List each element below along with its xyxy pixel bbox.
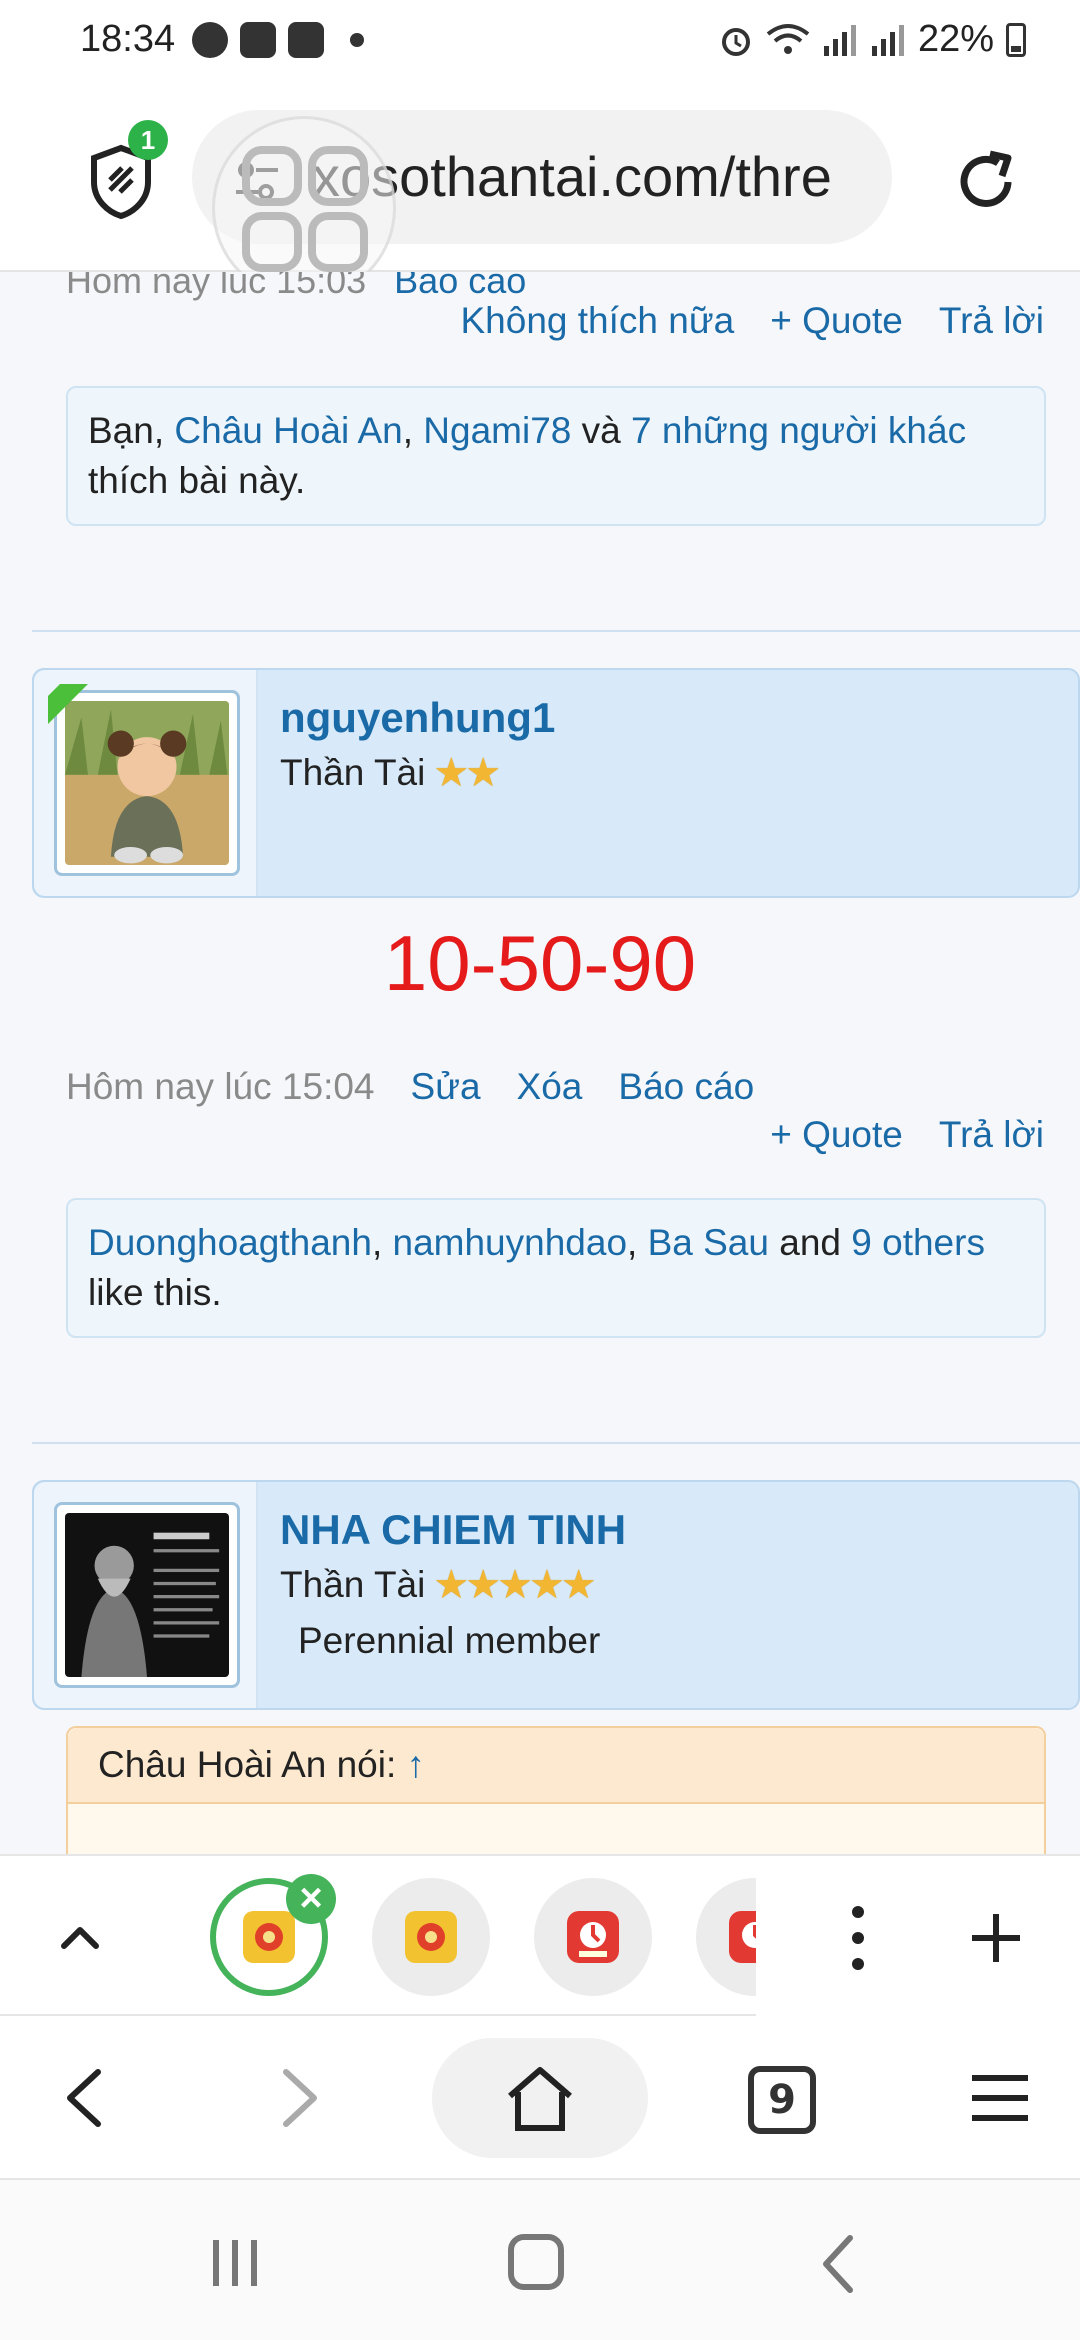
app-notification-icon <box>192 22 228 58</box>
avatar[interactable] <box>54 1502 240 1688</box>
screen: { "status_bar": { "time": "18:34", "batt… <box>0 0 1080 2340</box>
avatar[interactable] <box>54 690 240 876</box>
likes-prefix: Bạn, <box>88 410 175 451</box>
liker-link[interactable]: Ngami78 <box>423 410 571 451</box>
browser-toolbar: 1 xosothantai.com/thre <box>0 84 1080 300</box>
blocked-count-badge: 1 <box>128 120 168 160</box>
post-separator <box>32 630 1080 632</box>
battery-icon <box>1006 22 1026 57</box>
more-vertical-icon[interactable] <box>838 1900 878 1976</box>
previous-post-actions: Không thích nữa + Quote Trả lời <box>460 300 1044 342</box>
url-text[interactable]: xosothantai.com/thre <box>312 144 872 209</box>
post-author-card: NHA CHIEM TINH Thần Tài ★★★★★ Perennial … <box>32 1480 1080 1710</box>
post-username[interactable]: NHA CHIEM TINH <box>280 1506 626 1554</box>
post-author-card: nguyenhung1 Thần Tài ★★ <box>32 668 1080 898</box>
status-bar: 18:34 22% <box>0 0 1080 84</box>
report-link[interactable]: Báo cáo <box>618 1066 754 1108</box>
back-arrow-icon[interactable] <box>54 2066 118 2130</box>
forward-arrow-icon[interactable] <box>266 2066 330 2130</box>
likes-suffix: like this. <box>88 1272 222 1313</box>
post-meta: Hôm nay lúc 15:04 Sửa Xóa Báo cáo <box>66 1066 754 1108</box>
likes-separator: , <box>371 1222 393 1263</box>
page-content[interactable]: Hôm nay lúc 15:03 Báo cáo Không thích nữa… <box>0 272 1080 1854</box>
post-separator <box>32 1442 1080 1444</box>
previous-post-time: Hôm nay lúc 15:03 <box>66 272 367 301</box>
post-likes: Duonghoagthanh, namhuynhdao, Ba Sau and … <box>66 1198 1046 1338</box>
user-rank: Thần Tài ★★ <box>280 750 501 796</box>
status-time: 18:34 <box>80 18 176 60</box>
avatar-column <box>34 670 258 896</box>
post-content: 10-50-90 <box>383 919 697 1007</box>
tab-favicon <box>567 1911 619 1963</box>
likes-others-link[interactable]: 7 những người khác <box>631 410 966 451</box>
reply-link[interactable]: Trả lời <box>939 1114 1044 1156</box>
user-rank: Thần Tài ★★★★★ <box>280 1562 597 1608</box>
quote-header: Châu Hoài An nói: ↑ <box>68 1728 1044 1804</box>
wifi-icon <box>766 23 810 54</box>
new-tab-icon[interactable] <box>968 1910 1024 1966</box>
rank-stars-icon: ★★ <box>433 751 501 795</box>
status-right: 22% <box>718 18 1026 61</box>
post-actions: + Quote Trả lời <box>770 1114 1044 1156</box>
tab-thumbnail[interactable] <box>534 1878 652 1996</box>
rank-label: Thần Tài <box>280 752 426 793</box>
likes-and: and <box>768 1222 852 1263</box>
likes-and: và <box>571 410 632 451</box>
system-back-icon[interactable] <box>818 2234 858 2294</box>
liker-link[interactable]: Châu Hoài An <box>174 410 402 451</box>
chevron-up-icon[interactable] <box>56 1914 104 1962</box>
rank-label: Thần Tài <box>280 1564 426 1605</box>
previous-post-likes: Bạn, Châu Hoài An, Ngami78 và 7 những ng… <box>66 386 1046 526</box>
unlike-link[interactable]: Không thích nữa <box>460 300 734 342</box>
liker-link[interactable]: Duonghoagthanh <box>88 1222 372 1263</box>
quote-link[interactable]: + Quote <box>770 300 903 342</box>
likes-others-link[interactable]: 9 others <box>851 1222 985 1263</box>
signal-icon-1 <box>823 24 856 56</box>
tab-strip-right <box>756 1856 1080 2016</box>
previous-post-meta: Hôm nay lúc 15:03 Báo cáo <box>66 272 526 302</box>
likes-separator: , <box>627 1222 648 1263</box>
likes-separator: , <box>402 410 424 451</box>
signal-icon-2 <box>871 24 904 56</box>
post-time[interactable]: Hôm nay lúc 15:04 <box>66 1066 375 1108</box>
tab-switcher-button[interactable]: 9 <box>748 2066 816 2134</box>
quote-link[interactable]: + Quote <box>770 1114 903 1156</box>
zalo-icon <box>288 22 324 58</box>
tab-favicon <box>243 1911 295 1963</box>
system-navigation <box>0 2180 1080 2340</box>
alarm-icon <box>721 27 750 56</box>
home-icon <box>508 2067 572 2131</box>
avatar-image <box>65 701 229 865</box>
avatar-image <box>65 1513 229 1677</box>
grid-overlay-icon <box>242 146 368 272</box>
liker-link[interactable]: Ba Sau <box>648 1222 769 1263</box>
avatar-column <box>34 1482 258 1708</box>
system-home-icon[interactable] <box>508 2234 564 2290</box>
user-title: Perennial member <box>298 1620 601 1661</box>
likes-suffix: thích bài này. <box>88 460 306 501</box>
quote-block: Châu Hoài An nói: ↑ <box>66 1726 1046 1854</box>
more-notifications-icon <box>350 33 364 47</box>
close-tab-icon[interactable]: × <box>286 1874 336 1924</box>
menu-icon[interactable] <box>968 2072 1032 2124</box>
post-username[interactable]: nguyenhung1 <box>280 694 555 742</box>
quote-author: Châu Hoài An nói: <box>98 1744 407 1785</box>
youtube-icon <box>240 22 276 58</box>
delete-link[interactable]: Xóa <box>517 1066 583 1108</box>
liker-link[interactable]: namhuynhdao <box>393 1222 628 1263</box>
report-link[interactable]: Báo cáo <box>394 272 526 301</box>
recent-apps-icon[interactable] <box>210 2236 260 2290</box>
quote-jump-icon[interactable]: ↑ <box>407 1744 426 1785</box>
browser-bottom-nav: 9 <box>0 2016 1080 2180</box>
tab-strip: × <box>0 1854 1080 2016</box>
notification-icons <box>192 22 364 58</box>
reload-icon[interactable] <box>952 148 1020 216</box>
edit-link[interactable]: Sửa <box>411 1066 481 1108</box>
battery-percent: 22% <box>917 18 994 60</box>
reply-link[interactable]: Trả lời <box>939 300 1044 342</box>
tab-favicon <box>405 1911 457 1963</box>
tab-thumbnail[interactable] <box>372 1878 490 1996</box>
rank-stars-icon: ★★★★★ <box>433 1563 596 1607</box>
